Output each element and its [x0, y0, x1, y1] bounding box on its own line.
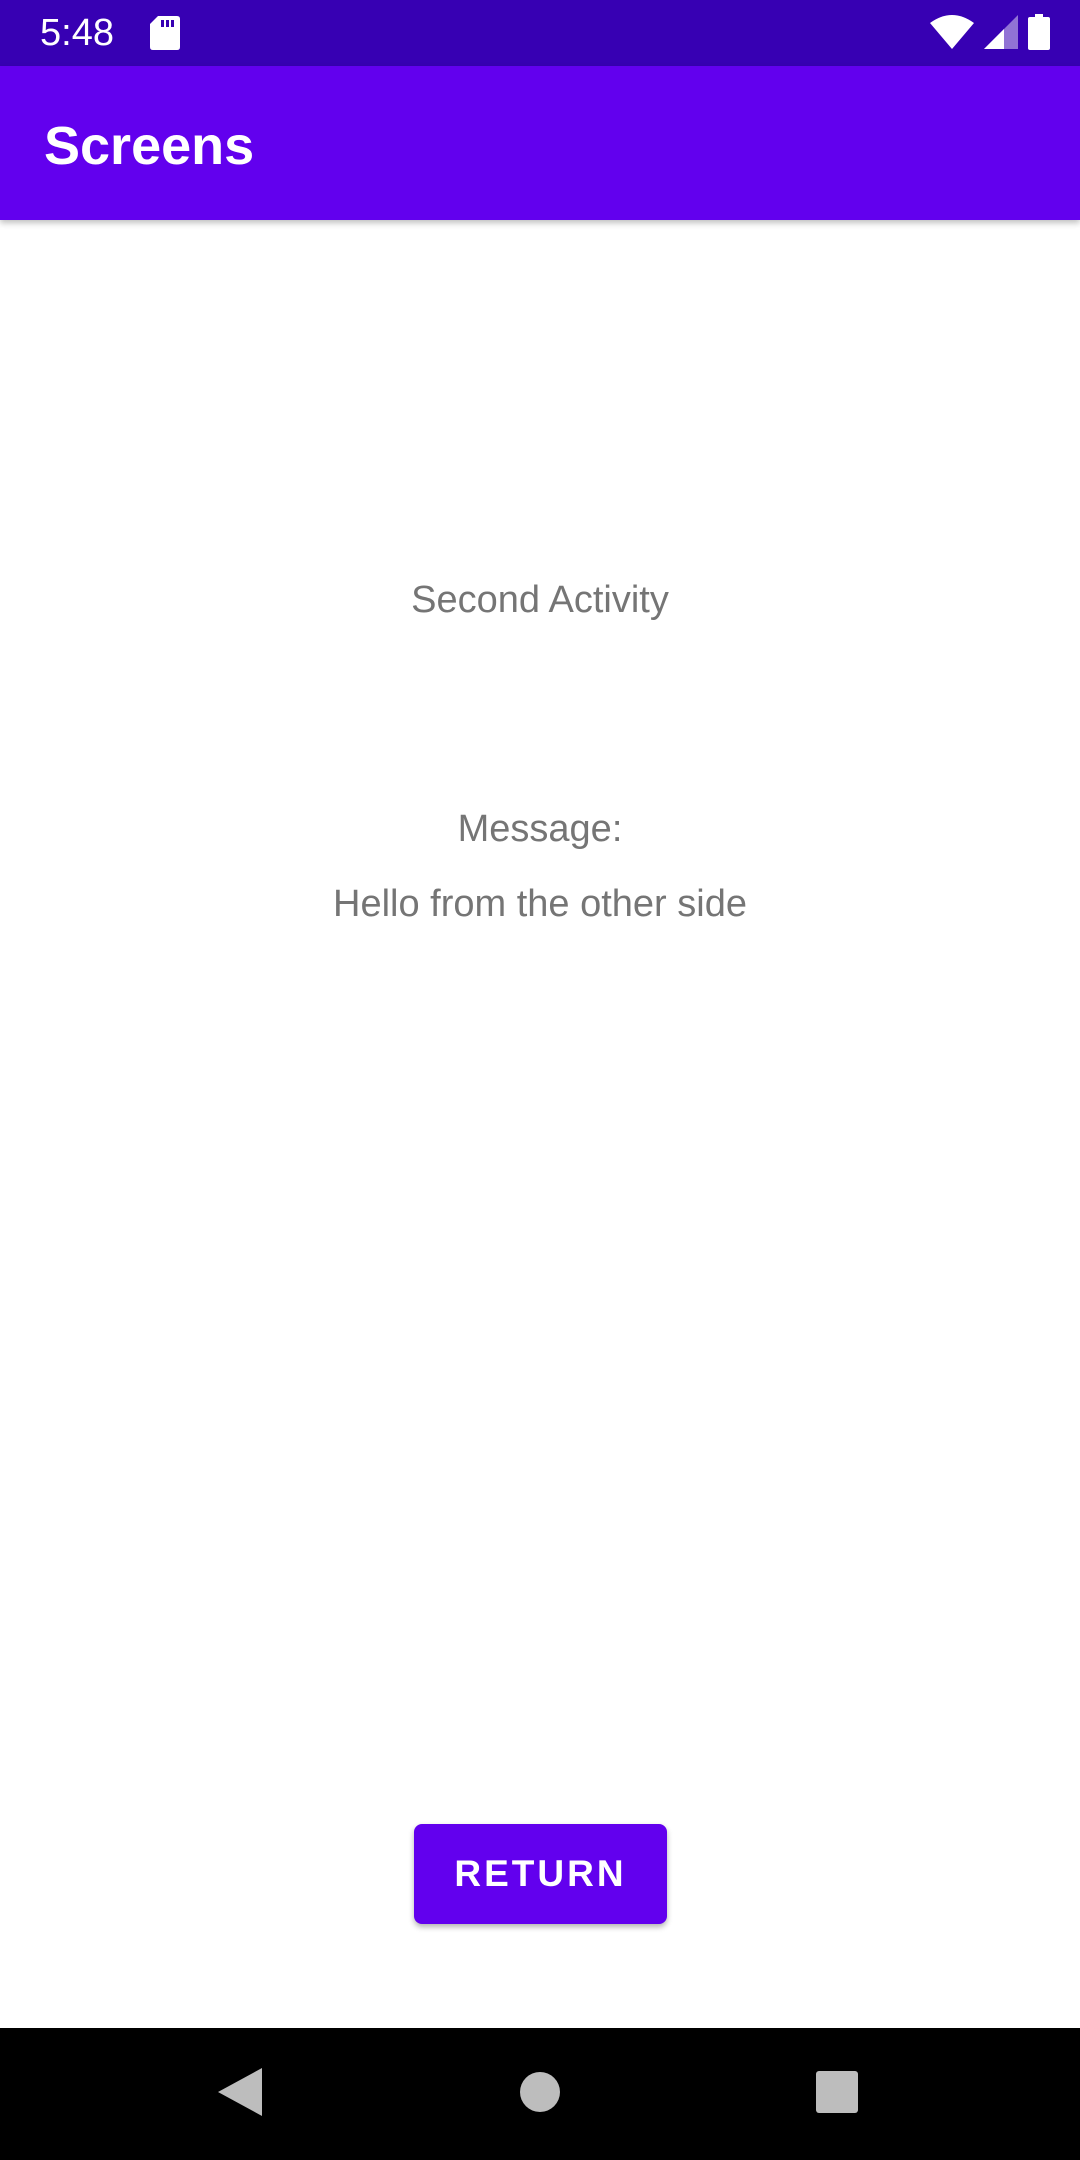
- return-button[interactable]: RETURN: [414, 1824, 667, 1924]
- app-title: Screens: [44, 116, 255, 176]
- message-text: Hello from the other side: [333, 883, 747, 925]
- home-icon: [519, 2071, 561, 2118]
- recents-icon: [816, 2070, 858, 2118]
- screen: 5:48 Screens Second Activity Message: He…: [0, 0, 1080, 2160]
- battery-icon: [1028, 13, 1050, 55]
- activity-heading: Second Activity: [411, 579, 669, 621]
- sd-card-icon: [150, 16, 180, 50]
- cellular-signal-icon: [984, 14, 1018, 54]
- app-bar: Screens: [0, 66, 1080, 220]
- status-icons: [930, 13, 1050, 55]
- message-label: Message:: [457, 808, 623, 850]
- navigation-bar: [0, 2028, 1080, 2160]
- recents-button[interactable]: [757, 2028, 917, 2160]
- status-time: 5:48: [40, 12, 114, 54]
- status-bar: 5:48: [0, 0, 1080, 66]
- home-button[interactable]: [460, 2028, 620, 2160]
- wifi-icon: [930, 14, 974, 54]
- back-icon: [218, 2067, 262, 2121]
- back-button[interactable]: [160, 2028, 320, 2160]
